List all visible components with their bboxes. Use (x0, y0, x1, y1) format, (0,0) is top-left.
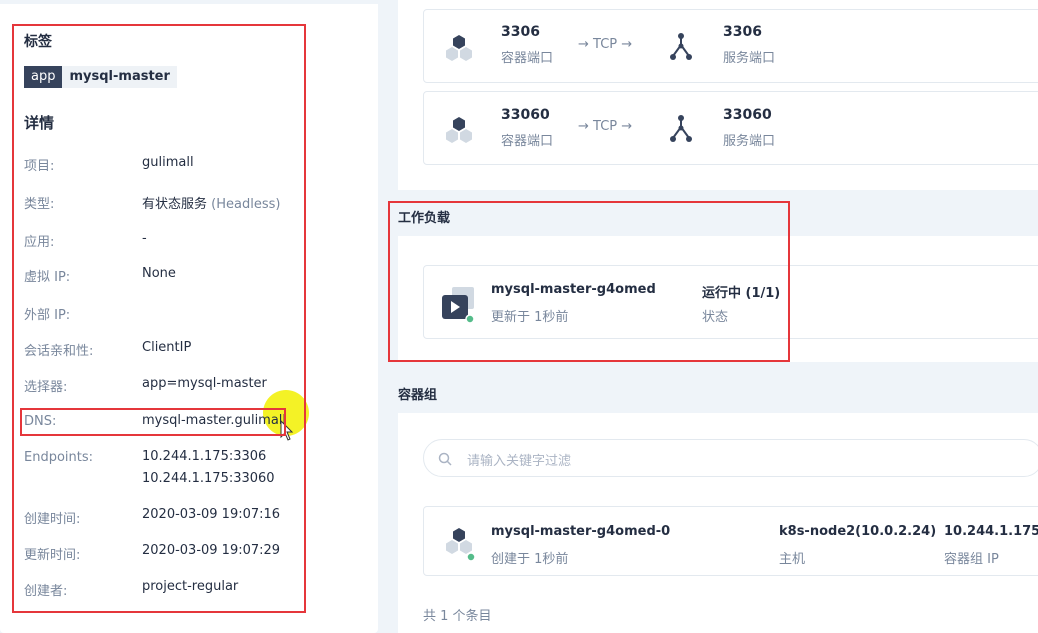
details-panel: 标签 app mysql-master 详情 项目: gulimall 类型: … (0, 0, 378, 633)
pod-icon (446, 528, 476, 562)
pod-name[interactable]: mysql-master-g4omed-0 (491, 524, 670, 539)
workload-updated: 更新于 1秒前 (491, 310, 569, 325)
service-port-number: 3306 (723, 24, 762, 40)
creator-value: project-regular (142, 579, 239, 594)
created-time-label: 创建时间: (24, 512, 81, 527)
workload-name[interactable]: mysql-master-g4omed (491, 282, 656, 297)
container-port-icon (446, 117, 472, 143)
endpoints-value-1: 10.244.1.175:3306 (142, 449, 267, 464)
session-affinity-label: 会话亲和性: (24, 344, 94, 359)
type-value-main: 有状态服务 (142, 197, 208, 212)
pod-ip-label: 容器组 IP (944, 552, 999, 567)
container-port-number: 33060 (501, 107, 550, 123)
workload-item[interactable]: mysql-master-g4omed 更新于 1秒前 运行中 (1/1) 状态 (423, 265, 1038, 339)
service-port-icon (670, 115, 692, 142)
created-time-value: 2020-03-09 19:07:16 (142, 507, 281, 522)
app-label: 应用: (24, 235, 55, 250)
port-row: 33060 容器端口 → TCP → 33060 服务端口 (423, 91, 1038, 165)
pod-ip: 10.244.1.175 (944, 524, 1038, 539)
workloads-title: 工作负载 (398, 211, 451, 226)
type-label: 类型: (24, 197, 55, 212)
protocol-label: → TCP → (578, 119, 633, 134)
updated-time-value: 2020-03-09 19:07:29 (142, 543, 281, 558)
container-port-number: 3306 (501, 24, 540, 40)
container-port-icon (446, 35, 472, 61)
label-tag: app mysql-master (24, 66, 177, 88)
endpoints-label: Endpoints: (24, 450, 94, 465)
type-value-headless: (Headless) (211, 197, 281, 212)
virtual-ip-value: None (142, 266, 176, 281)
selector-value: app=mysql-master (142, 376, 267, 391)
pod-item[interactable]: mysql-master-g4omed-0 创建于 1秒前 k8s-node2(… (423, 506, 1038, 576)
selector-label: 选择器: (24, 380, 68, 395)
workload-status: 运行中 (1/1) (702, 286, 781, 301)
pod-node: k8s-node2(10.0.2.24) (779, 524, 937, 539)
service-port-label: 服务端口 (723, 51, 776, 66)
container-port-label: 容器端口 (501, 51, 554, 66)
service-port-number: 33060 (723, 107, 772, 123)
pod-created: 创建于 1秒前 (491, 552, 569, 567)
label-tag-value: mysql-master (62, 66, 177, 88)
endpoints-value-2: 10.244.1.175:33060 (142, 471, 275, 486)
creator-label: 创建者: (24, 584, 68, 599)
dns-value[interactable]: mysql-master.gulimall (142, 413, 286, 428)
project-label: 项目: (24, 159, 55, 174)
updated-time-label: 更新时间: (24, 548, 81, 563)
type-value: 有状态服务 (Headless) (142, 193, 280, 212)
details-section-title: 详情 (24, 114, 55, 132)
pod-search-bar[interactable]: 请输入关键字过滤 (423, 439, 1038, 477)
pods-total-count: 共 1 个条目 (423, 609, 492, 624)
session-affinity-value: ClientIP (142, 340, 192, 355)
search-placeholder: 请输入关键字过滤 (467, 454, 572, 469)
label-tag-key: app (24, 66, 63, 88)
workload-status-label: 状态 (702, 310, 729, 325)
dns-label: DNS: (24, 414, 57, 429)
protocol-label: → TCP → (578, 37, 633, 52)
workload-icon (442, 287, 475, 323)
pods-title: 容器组 (398, 388, 438, 403)
search-icon (438, 452, 452, 466)
labels-section-title: 标签 (24, 34, 52, 50)
external-ip-label: 外部 IP: (24, 308, 71, 323)
virtual-ip-label: 虚拟 IP: (24, 270, 71, 285)
container-port-label: 容器端口 (501, 134, 554, 149)
mouse-cursor-icon (280, 420, 294, 441)
service-port-label: 服务端口 (723, 134, 776, 149)
project-value: gulimall (142, 155, 194, 170)
pod-node-label: 主机 (779, 552, 806, 567)
app-value: - (142, 231, 147, 246)
service-port-icon (670, 33, 692, 60)
port-row: 3306 容器端口 → TCP → 3306 服务端口 (423, 9, 1038, 83)
